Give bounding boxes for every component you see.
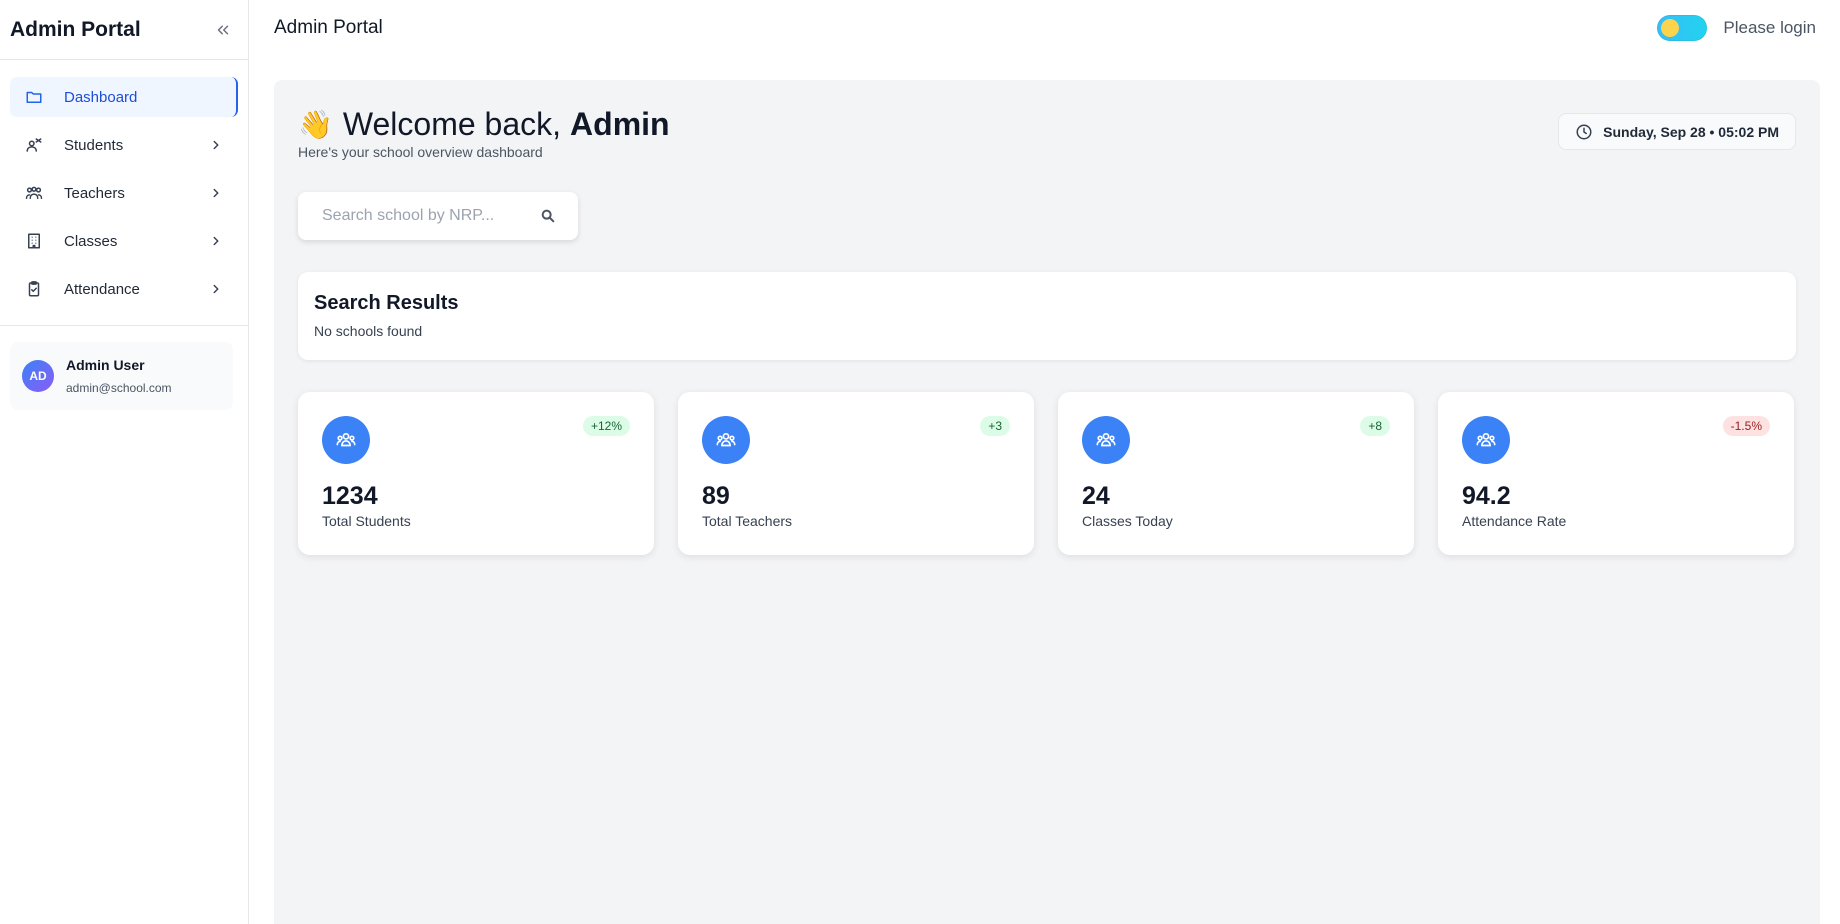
stat-label: Attendance Rate xyxy=(1462,513,1567,529)
welcome-subtitle: Here's your school overview dashboard xyxy=(298,144,543,160)
chevron-right-icon xyxy=(208,185,224,201)
sidebar-item-label: Classes xyxy=(64,232,118,250)
sidebar-nav: Dashboard Students Teachers Classes Atte… xyxy=(0,60,248,309)
waving-hand-icon: 👋 xyxy=(298,109,333,140)
collapse-sidebar-button[interactable] xyxy=(208,15,238,45)
trend-badge: -1.5% xyxy=(1722,416,1770,436)
search-results-panel: Search Results No schools found xyxy=(298,272,1796,360)
chevron-right-icon xyxy=(208,137,224,153)
sidebar-item-label: Attendance xyxy=(64,280,140,298)
trend-badge: +3 xyxy=(980,416,1010,436)
stat-card-attendance-rate: -1.5% 94.2 Attendance Rate xyxy=(1438,392,1794,555)
user-email: admin@school.com xyxy=(66,381,172,395)
users-group-icon xyxy=(1082,416,1130,464)
user-profile-card[interactable]: AD Admin User admin@school.com xyxy=(10,342,233,410)
clipboard-icon xyxy=(24,279,44,299)
stats-cards: +12% 1234 Total Students +3 89 Total Tea… xyxy=(298,392,1796,555)
sidebar-header: Admin Portal xyxy=(0,0,248,60)
users-group-icon xyxy=(322,416,370,464)
sidebar: Admin Portal Dashboard Students Teachers xyxy=(0,0,249,924)
search-input[interactable] xyxy=(322,207,522,225)
login-link[interactable]: Please login xyxy=(1723,18,1816,38)
clock-icon xyxy=(1575,123,1593,141)
sidebar-item-label: Dashboard xyxy=(64,88,138,106)
topbar-title: Admin Portal xyxy=(274,17,383,38)
welcome-heading: 👋 Welcome back, Admin xyxy=(298,106,670,143)
stat-value: 94.2 xyxy=(1462,482,1511,510)
stat-label: Total Students xyxy=(322,513,411,529)
chevrons-left-icon xyxy=(217,25,229,34)
stat-label: Classes Today xyxy=(1082,513,1173,529)
users-group-icon xyxy=(1462,416,1510,464)
chevron-right-icon xyxy=(208,281,224,297)
sidebar-item-classes[interactable]: Classes xyxy=(10,221,238,261)
folder-icon xyxy=(24,87,44,107)
topbar-actions: Please login xyxy=(1657,15,1816,41)
users-group-icon xyxy=(702,416,750,464)
search-results-empty-text: No schools found xyxy=(314,323,423,339)
date-time-badge: Sunday, Sep 28 • 05:02 PM xyxy=(1558,113,1796,150)
sidebar-divider xyxy=(0,325,249,326)
sidebar-item-attendance[interactable]: Attendance xyxy=(10,269,238,309)
sidebar-item-label: Teachers xyxy=(64,184,125,202)
sidebar-item-teachers[interactable]: Teachers xyxy=(10,173,238,213)
teachers-icon xyxy=(24,183,44,203)
stat-card-total-teachers: +3 89 Total Teachers xyxy=(678,392,1034,555)
trend-badge: +8 xyxy=(1360,416,1390,436)
stat-value: 89 xyxy=(702,482,730,510)
stat-label: Total Teachers xyxy=(702,513,793,529)
topbar: Admin Portal Please login xyxy=(250,0,1840,56)
sidebar-item-dashboard[interactable]: Dashboard xyxy=(10,77,238,117)
theme-toggle[interactable] xyxy=(1657,15,1708,41)
stat-value: 24 xyxy=(1082,482,1110,510)
sidebar-item-label: Students xyxy=(64,136,124,154)
stat-value: 1234 xyxy=(322,482,378,510)
chevron-right-icon xyxy=(208,233,224,249)
welcome-name: Admin xyxy=(570,106,670,142)
search-results-title: Search Results xyxy=(314,292,459,314)
user-info: Admin User admin@school.com xyxy=(66,357,172,395)
trend-badge: +12% xyxy=(582,416,630,436)
welcome-greeting: Welcome back, xyxy=(342,106,562,142)
search-icon[interactable] xyxy=(540,208,556,224)
welcome-section: 👋 Welcome back, Admin Here's your school… xyxy=(298,106,670,160)
building-icon xyxy=(24,231,44,251)
stat-card-classes-today: +8 24 Classes Today xyxy=(1058,392,1414,555)
user-name: Admin User xyxy=(66,357,145,373)
stat-card-total-students: +12% 1234 Total Students xyxy=(298,392,654,555)
theme-toggle-knob xyxy=(1661,19,1680,37)
current-date-time: Sunday, Sep 28 • 05:02 PM xyxy=(1603,123,1779,140)
sidebar-item-students[interactable]: Students xyxy=(10,125,238,165)
students-icon xyxy=(24,135,44,155)
main-content: 👋 Welcome back, Admin Here's your school… xyxy=(274,80,1820,924)
search-box xyxy=(298,192,578,240)
avatar: AD xyxy=(22,360,54,392)
sidebar-title: Admin Portal xyxy=(10,17,141,41)
